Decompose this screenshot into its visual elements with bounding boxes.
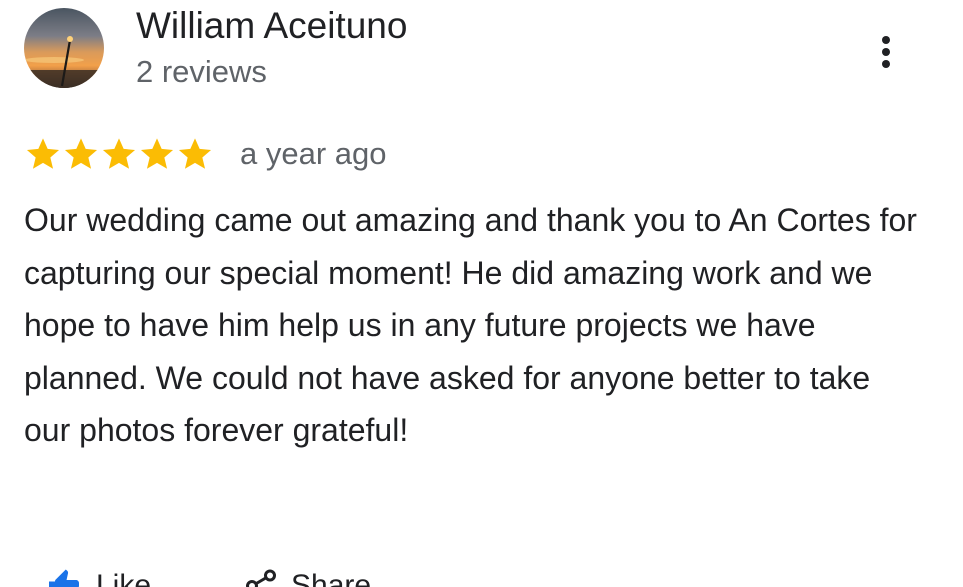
star-rating bbox=[24, 134, 220, 174]
review-count[interactable]: 2 reviews bbox=[136, 54, 267, 90]
review-text: Our wedding came out amazing and thank y… bbox=[24, 202, 917, 448]
review-date: a year ago bbox=[240, 136, 387, 171]
star-icon bbox=[178, 138, 212, 169]
like-button[interactable]: Like bbox=[46, 566, 151, 587]
more-vert-icon bbox=[882, 36, 890, 68]
review-card: William Aceituno 2 reviews a year ago Ou… bbox=[0, 0, 963, 587]
thumb-up-icon bbox=[49, 569, 79, 587]
share-icon bbox=[246, 569, 277, 587]
rating-row: a year ago bbox=[24, 134, 387, 174]
more-options-button[interactable] bbox=[866, 28, 906, 76]
review-actions: Like Share bbox=[24, 566, 371, 587]
star-icon bbox=[102, 138, 136, 169]
like-label: Like bbox=[96, 569, 152, 587]
star-icon bbox=[64, 138, 98, 169]
avatar-sunset-image bbox=[24, 8, 104, 88]
avatar[interactable] bbox=[24, 8, 104, 88]
star-icon bbox=[140, 138, 174, 169]
star-icon bbox=[26, 138, 60, 169]
reviewer-name[interactable]: William Aceituno bbox=[136, 4, 407, 48]
share-button[interactable]: Share bbox=[243, 566, 371, 587]
share-label: Share bbox=[291, 569, 372, 587]
